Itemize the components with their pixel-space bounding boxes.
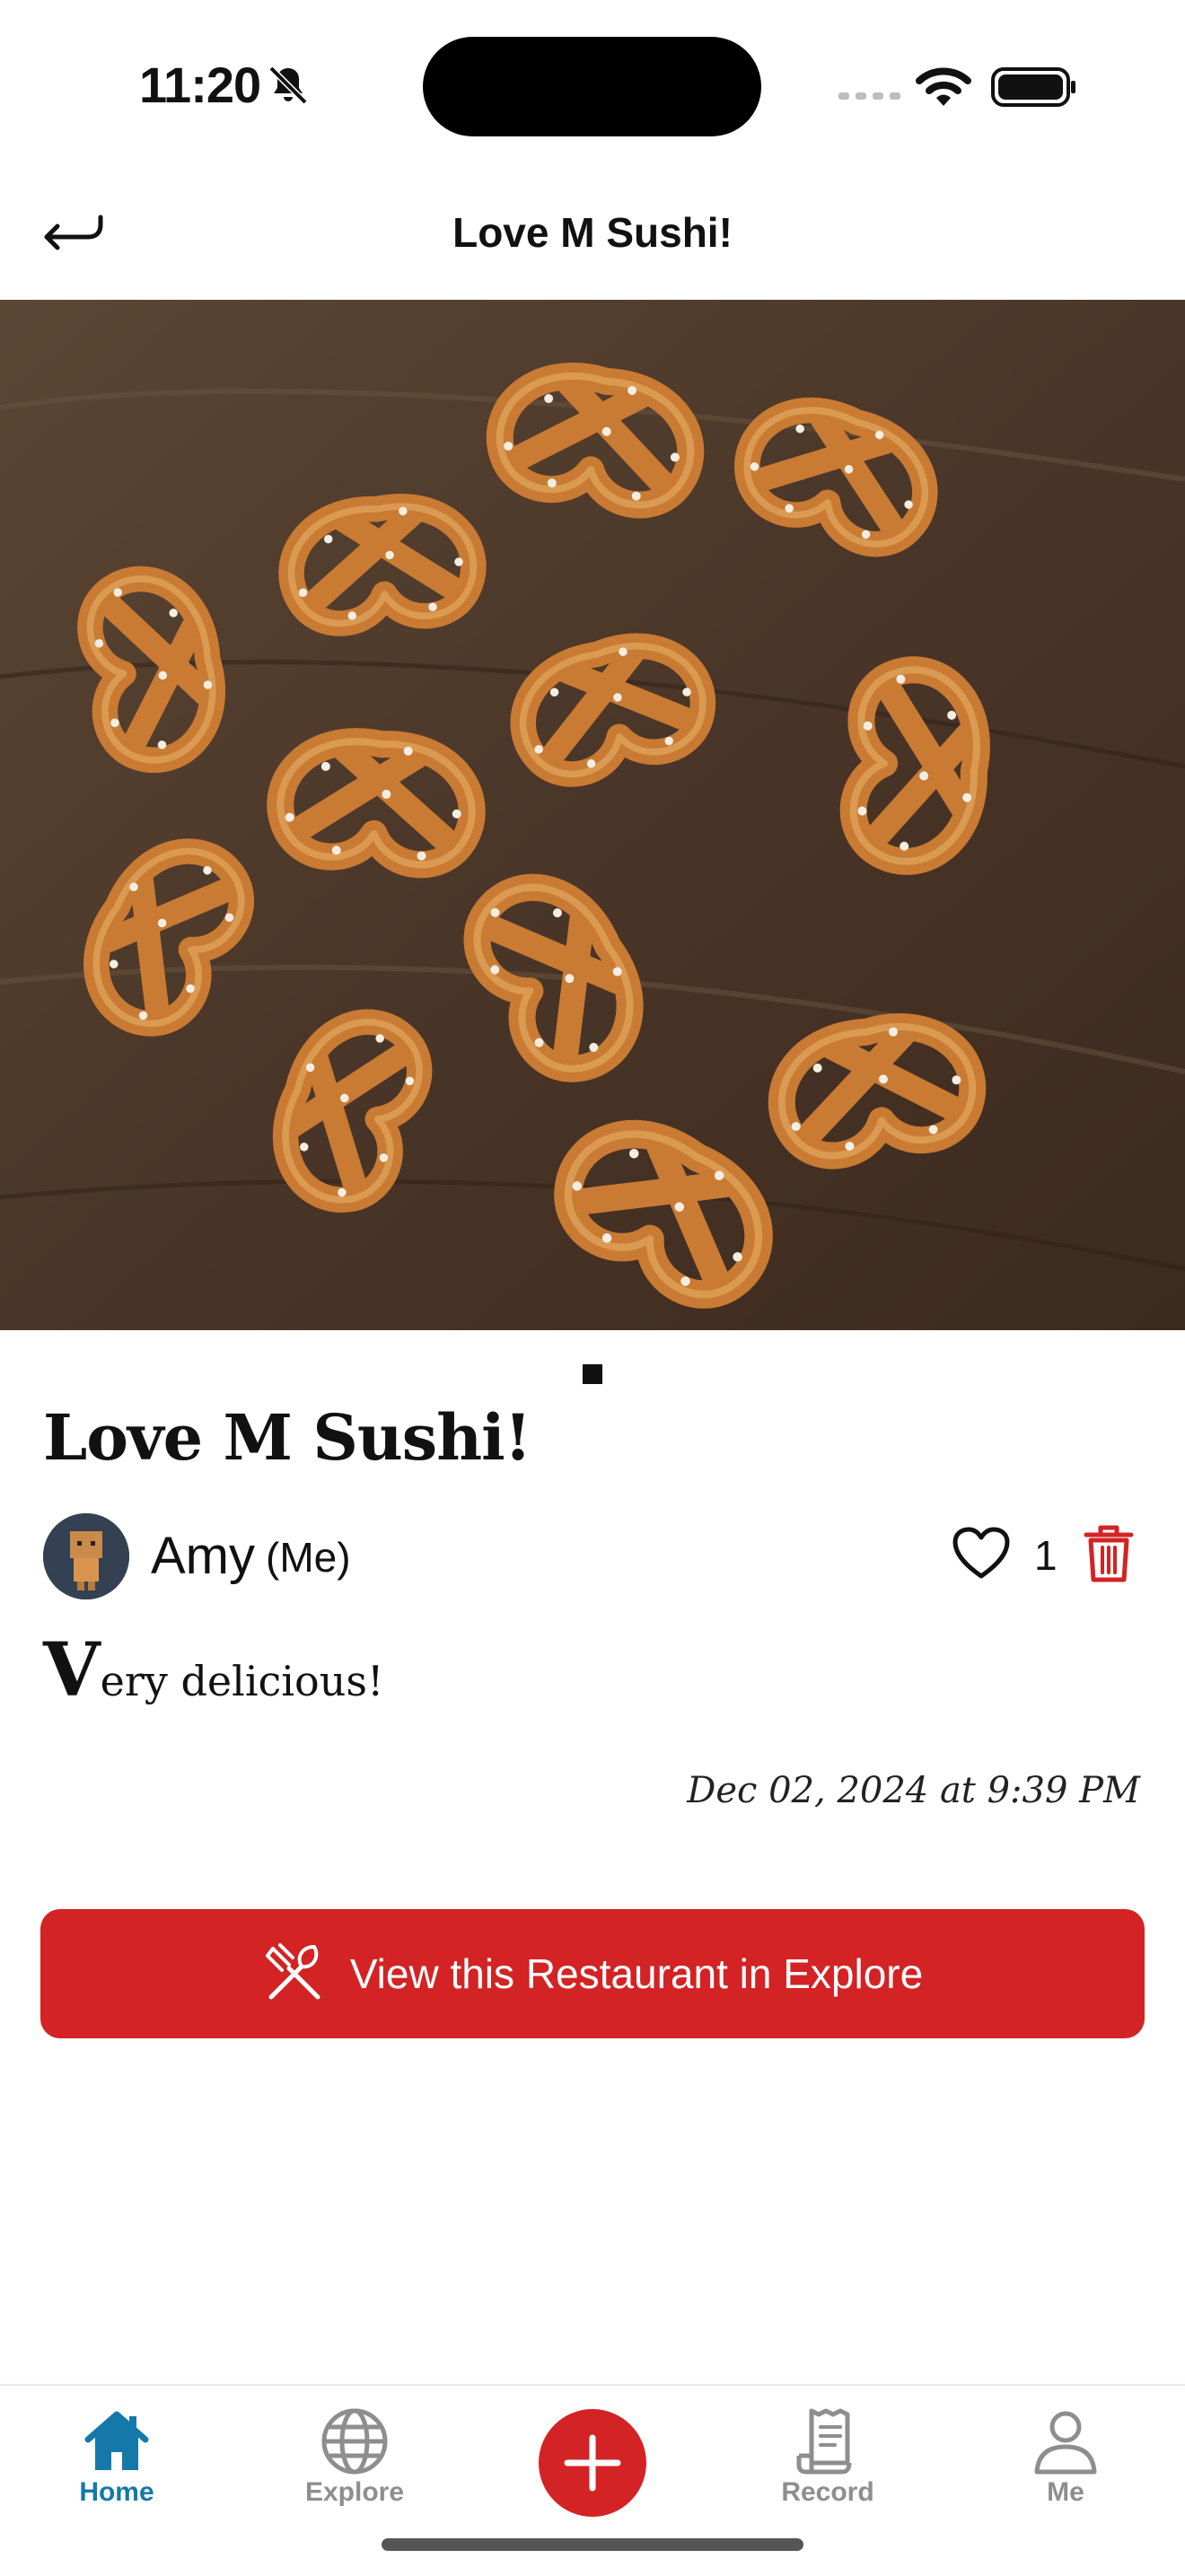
- heart-icon: [952, 1527, 1010, 1579]
- nav-title: Love M Sushi!: [452, 209, 733, 256]
- battery-icon: [991, 67, 1075, 107]
- delete-button[interactable]: [1083, 1522, 1135, 1585]
- plus-icon: [564, 2434, 621, 2492]
- home-icon: [84, 2411, 149, 2470]
- view-restaurant-button[interactable]: View this Restaurant in Explore: [40, 1909, 1145, 2038]
- tab-record[interactable]: Record: [738, 2405, 917, 2508]
- post-title: Love M Sushi!: [43, 1400, 531, 1475]
- fork-knife-icon: [265, 1943, 320, 2000]
- tab-me-label: Me: [1047, 2477, 1084, 2507]
- receipt-icon: [796, 2408, 852, 2475]
- author-name[interactable]: Amy: [151, 1526, 255, 1586]
- like-count: 1: [1034, 1532, 1058, 1579]
- robot-avatar-icon: [43, 1513, 129, 1599]
- post-date: Dec 02, 2024 at 9:39 PM: [687, 1770, 1140, 1811]
- tab-me[interactable]: Me: [976, 2405, 1155, 2508]
- dynamic-island: [423, 37, 761, 136]
- tab-home[interactable]: Home: [27, 2405, 206, 2508]
- pretzels-image: [0, 300, 1185, 1330]
- post-photo[interactable]: [0, 300, 1185, 1330]
- post-body-dropcap: V: [43, 1627, 101, 1713]
- person-icon: [1034, 2411, 1097, 2475]
- home-indicator[interactable]: [382, 2538, 803, 2551]
- trash-icon: [1084, 1525, 1134, 1582]
- back-arrow-icon: [44, 215, 103, 250]
- back-button[interactable]: [40, 205, 111, 258]
- add-post-button[interactable]: [539, 2409, 646, 2517]
- bell-slash-icon: [268, 66, 308, 105]
- photo-page-indicator: [583, 1364, 602, 1384]
- post-body-text: ery delicious!: [100, 1657, 384, 1705]
- signal-icon: [838, 92, 900, 100]
- post-body: Very delicious!: [43, 1634, 383, 1707]
- globe-icon: [321, 2408, 388, 2475]
- tab-explore-label: Explore: [304, 2477, 405, 2507]
- wifi-icon: [916, 67, 971, 106]
- view-restaurant-label: View this Restaurant in Explore: [349, 1950, 924, 1997]
- status-time: 11:20: [139, 57, 261, 113]
- like-button[interactable]: [952, 1526, 1011, 1582]
- tab-home-label: Home: [79, 2477, 154, 2507]
- avatar[interactable]: [43, 1513, 129, 1599]
- author-me-tag: (Me): [266, 1534, 351, 1581]
- tab-explore[interactable]: Explore: [265, 2405, 444, 2508]
- tab-record-label: Record: [781, 2477, 874, 2507]
